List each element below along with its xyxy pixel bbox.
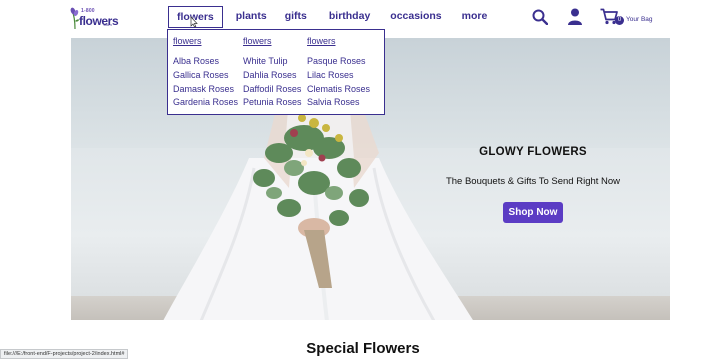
- shop-now-button[interactable]: Shop Now: [502, 202, 564, 223]
- brand-name: flowers: [79, 14, 119, 28]
- menu-item-pasque-roses[interactable]: Pasque Roses: [307, 55, 370, 69]
- menu-item-clematis-roses[interactable]: Clematis Roses: [307, 83, 370, 97]
- menu-item-gardenia-roses[interactable]: Gardenia Roses: [173, 96, 238, 110]
- brand-suffix: .com: [103, 22, 112, 27]
- dropdown-heading[interactable]: flowers: [243, 36, 302, 50]
- dropdown-column-1: flowers Alba Roses Gallica Roses Damask …: [173, 36, 238, 110]
- hero-content: GLOWY FLOWERS The Bouquets & Gifts To Se…: [443, 146, 623, 223]
- dropdown-heading[interactable]: flowers: [173, 36, 238, 50]
- nav-plants[interactable]: plants: [228, 6, 275, 28]
- nav-more[interactable]: more: [454, 6, 496, 28]
- hero-title: GLOWY FLOWERS: [479, 146, 587, 158]
- bride-bouquet-image: [163, 98, 473, 320]
- menu-item-daffodil-roses[interactable]: Daffodil Roses: [243, 83, 302, 97]
- menu-item-damask-roses[interactable]: Damask Roses: [173, 83, 238, 97]
- nav-birthday[interactable]: birthday: [321, 6, 378, 28]
- nav-gifts[interactable]: gifts: [277, 6, 315, 28]
- cart-count-badge: 0: [615, 16, 624, 25]
- main-nav: flowers plants gifts birthday occasions …: [168, 6, 495, 28]
- dropdown-column-3: flowers Pasque Roses Lilac Roses Clemati…: [307, 36, 370, 110]
- menu-item-white-tulip[interactable]: White Tulip: [243, 55, 302, 69]
- menu-item-gallica-roses[interactable]: Gallica Roses: [173, 69, 238, 83]
- browser-status-bar: file:///E:/front-end/F-projects/project-…: [0, 349, 129, 359]
- dropdown-column-2: flowers White Tulip Dahlia Roses Daffodi…: [243, 36, 302, 110]
- dropdown-heading[interactable]: flowers: [307, 36, 370, 50]
- menu-item-lilac-roses[interactable]: Lilac Roses: [307, 69, 370, 83]
- bag-label[interactable]: Your Bag: [626, 16, 653, 23]
- nav-occasions[interactable]: occasions: [382, 6, 449, 28]
- mouse-pointer-icon: [190, 16, 198, 28]
- menu-item-alba-roses[interactable]: Alba Roses: [173, 55, 238, 69]
- menu-item-salvia-roses[interactable]: Salvia Roses: [307, 96, 370, 110]
- flowers-dropdown-menu: flowers Alba Roses Gallica Roses Damask …: [167, 29, 385, 115]
- hero-subtitle: The Bouquets & Gifts To Send Right Now: [445, 176, 621, 187]
- menu-item-petunia-roses[interactable]: Petunia Roses: [243, 96, 302, 110]
- brand-logo[interactable]: 1-800 flowers .com: [70, 5, 119, 31]
- menu-item-dahlia-roses[interactable]: Dahlia Roses: [243, 69, 302, 83]
- user-icon[interactable]: [567, 8, 583, 25]
- search-icon[interactable]: [532, 9, 548, 25]
